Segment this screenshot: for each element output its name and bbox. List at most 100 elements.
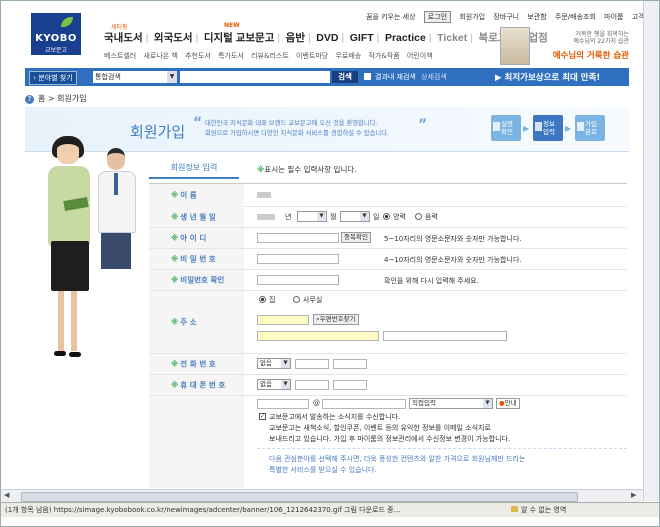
label-phone: ※ 전 화 번 호 [149, 354, 244, 374]
required-mark: ※ [171, 212, 179, 221]
password-confirm-hint: 확인을 위해 다시 입력해 주세요. [384, 277, 479, 285]
password-input[interactable] [257, 254, 339, 264]
nav-dvd[interactable]: DVD [316, 32, 338, 44]
email-domain-input[interactable] [322, 399, 406, 409]
mobile-prefix-select[interactable]: 없음 ▼ [257, 379, 291, 390]
top-link-wishlist[interactable]: 보관함 [527, 13, 546, 21]
vertical-scrollbar[interactable] [643, 1, 659, 501]
top-link-orders[interactable]: 주문/배송조회 [555, 13, 596, 21]
mobile-prefix-value: 없음 [260, 380, 272, 388]
search-input[interactable] [180, 71, 330, 83]
email-domain-select[interactable]: 직접입력 ▼ [409, 398, 493, 409]
search-button[interactable]: 검색 [332, 71, 358, 83]
top-link-myroom[interactable]: 마이룸 [604, 13, 623, 21]
label-address: ※ 주 소 [149, 291, 244, 353]
woman-figure-leg [71, 291, 77, 351]
scroll-left-arrow-icon[interactable]: ◀ [4, 491, 9, 499]
subnav-review[interactable]: 리뷰&리스트 [251, 52, 289, 60]
main-nav: 국내도서 | 외국도서 | 디지털 교보문고 | 음반 | DVD | GIFT | Pra… [104, 32, 548, 44]
subnav-new[interactable]: 새로나온 책 [143, 52, 177, 60]
label-mobile: ※ 휴 대 폰 번 호 [149, 375, 244, 395]
nav-foreign-books[interactable]: 외국도서 [154, 32, 193, 44]
ad-banner[interactable]: 거목한 행을 회복하는 예수님의 22가지 습관 예수님의 거룩한 습관 [498, 27, 629, 65]
logo-subtext: 교보문고 [44, 47, 68, 54]
step-verify: 실명 확인 [491, 115, 521, 141]
mobile-last-input[interactable] [333, 380, 367, 390]
email-info-button[interactable]: ●안내 [496, 398, 520, 409]
search-scope-select[interactable]: 통합검색 ▼ [93, 71, 177, 83]
nav-digital[interactable]: 디지털 교보문고 [204, 32, 275, 44]
mobile-middle-input[interactable] [295, 380, 329, 390]
subnav-event[interactable]: 이벤트마당 [296, 52, 328, 60]
lunar-radio[interactable] [415, 213, 422, 220]
top-link-cart[interactable]: 장바구니 [493, 13, 519, 21]
step-info-label2: 입력 [543, 128, 555, 136]
banner-line2: 예수님의 22가지 습관 [573, 38, 629, 45]
required-mark: ※ [171, 317, 179, 327]
step-info: 정보 입력 [533, 115, 563, 141]
login-button[interactable]: 로그인 [423, 11, 452, 23]
research-checkbox[interactable] [364, 73, 371, 80]
label-id: ※ 아 이 디 [149, 228, 244, 248]
page-description: 대한민국 지식문화 대표 브랜드 교보문고에 오신 것을 환영합니다. 회원으로… [205, 119, 389, 139]
label-birth-text: 생 년 월 일 [180, 212, 216, 221]
birth-day-select[interactable]: ▼ [340, 211, 370, 222]
top-link-join[interactable]: 회원가입 [459, 13, 485, 21]
phone-middle-input[interactable] [295, 359, 329, 369]
solar-radio[interactable] [383, 213, 390, 220]
horizontal-scrollbar[interactable]: ◀ ▶ [1, 489, 643, 503]
row-id: ※ 아 이 디 중복확인 5~10자리의 영문소문자와 숫자만 가능합니다. [149, 228, 627, 249]
address-input[interactable] [257, 331, 379, 341]
id-check-button[interactable]: 중복확인 [341, 232, 371, 243]
row-email: @ 직접입력 ▼ ●안내 ✓ 교보문고에서 발송하는 소식지를 수신합니다. 교보… [149, 396, 627, 488]
address-detail-input[interactable] [383, 331, 507, 341]
promo-text[interactable]: ▶ 최저가보상으로 최대 만족! [495, 71, 600, 83]
birth-year-masked[interactable] [257, 214, 275, 220]
sub-nav: 베스트셀러 새로나온 책 추천도서 특가도서 리뷰&리스트 이벤트마당 무료배송… [104, 51, 438, 61]
nav-domestic-books[interactable]: 국내도서 [104, 32, 143, 44]
password-confirm-input[interactable] [257, 275, 339, 285]
zipcode-input[interactable] [257, 315, 309, 325]
kyobo-logo[interactable]: KYOBO 교보문고 [31, 13, 81, 55]
page-header-band: 회원가입 “ 대한민국 지식문화 대표 브랜드 교보문고에 오신 것을 환영합니… [25, 107, 629, 152]
person-icon [493, 122, 500, 131]
phone-last-input[interactable] [333, 359, 367, 369]
subnav-free-shipping[interactable]: 무료배송 [335, 52, 361, 60]
woman-figure-skirt [51, 241, 89, 291]
newsletter-checkbox[interactable]: ✓ [259, 413, 266, 420]
id-input[interactable] [257, 233, 339, 243]
row-mobile: ※ 휴 대 폰 번 호 없음 ▼ [149, 375, 627, 396]
nav-gift[interactable]: GIFT [350, 32, 374, 44]
address-office-radio[interactable] [293, 296, 300, 303]
tab-member-info[interactable]: 회원정보 입력 [149, 159, 239, 179]
label-name-text: 이 름 [180, 190, 197, 200]
subnav-kids[interactable]: 어린이책 [407, 52, 433, 60]
woman-figure-shoe [54, 351, 66, 356]
scroll-right-arrow-icon[interactable]: ▶ [631, 491, 636, 499]
lunar-label: 음력 [425, 213, 438, 221]
subnav-recommend[interactable]: 추천도서 [185, 52, 211, 60]
nav-ticket[interactable]: Ticket [437, 32, 467, 44]
nav-music[interactable]: 음반 [286, 32, 305, 44]
scrollbar-thumb[interactable] [21, 492, 578, 502]
zipcode-search-button[interactable]: ⌕우편번호찾기 [313, 314, 359, 325]
subnav-special[interactable]: 특가도서 [218, 52, 244, 60]
phone-prefix-select[interactable]: 없음 ▼ [257, 358, 291, 369]
birth-month-select[interactable]: ▼ [297, 211, 327, 222]
advanced-search-link[interactable]: 상세검색 [421, 72, 447, 82]
browser-window: KYOBO 교보문고 꿈을 키우는 세상 로그인 회원가입 장바구니 보관함 주… [0, 0, 660, 527]
nav-tag-new: NEW [224, 22, 240, 29]
nav-practice[interactable]: Practice [385, 32, 426, 44]
subnav-bestseller[interactable]: 베스트셀러 [104, 52, 136, 60]
search-scope-value: 통합검색 [95, 73, 121, 81]
breadcrumb-home[interactable]: 홈 [38, 94, 45, 103]
address-home-radio[interactable] [259, 296, 266, 303]
book-cover-image [500, 27, 530, 65]
breadcrumb-separator-icon: > [47, 94, 58, 103]
lock-icon [511, 506, 518, 512]
category-button[interactable]: › 분야별 찾기 [29, 71, 77, 85]
subnav-authors[interactable]: 작가&작품 [368, 52, 399, 60]
top-links: 꿈을 키우는 세상 로그인 회원가입 장바구니 보관함 주문/배송조회 마이룸 … [366, 11, 659, 23]
site-header: KYOBO 교보문고 꿈을 키우는 세상 로그인 회원가입 장바구니 보관함 주… [1, 1, 659, 65]
email-id-input[interactable] [257, 399, 309, 409]
